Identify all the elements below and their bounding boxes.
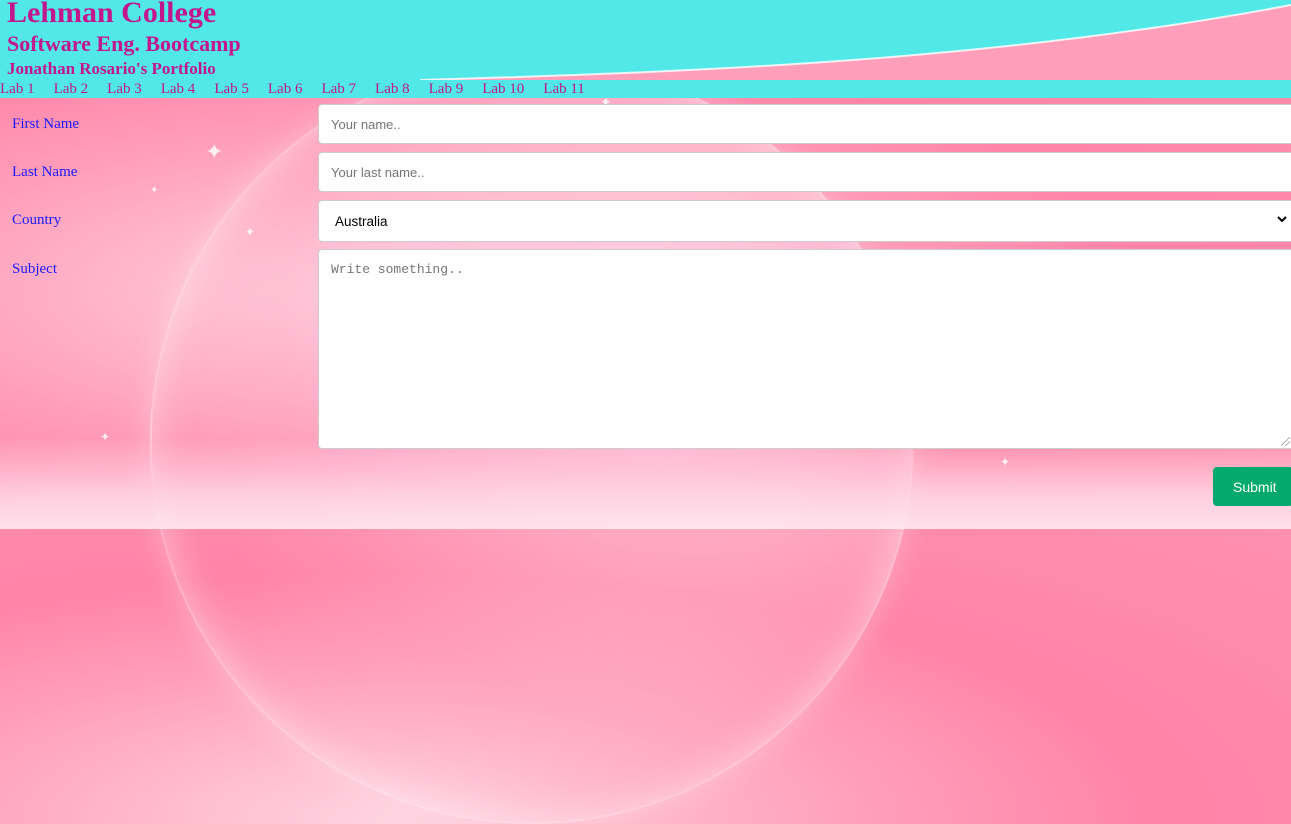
sparkle-icon: ✦ (100, 430, 111, 444)
sparkle-icon: ✦ (205, 140, 224, 165)
lab-nav: Lab 1 Lab 2 Lab 3 Lab 4 Lab 5 Lab 6 Lab … (0, 80, 1291, 98)
submit-button[interactable]: Submit (1213, 467, 1291, 506)
first-name-label: First Name (12, 116, 80, 132)
last-name-label: Last Name (12, 164, 78, 180)
nav-link-lab-2[interactable]: Lab 2 (54, 80, 89, 98)
nav-link-lab-10[interactable]: Lab 10 (482, 80, 524, 98)
nav-link-lab-5[interactable]: Lab 5 (214, 80, 249, 98)
country-selected-value: Australia (335, 213, 388, 229)
nav-link-lab-4[interactable]: Lab 4 (161, 80, 196, 98)
country-label: Country (12, 212, 62, 228)
country-select[interactable]: Australia (318, 200, 1291, 242)
subject-textarea[interactable] (318, 249, 1291, 449)
subject-label: Subject (12, 261, 57, 277)
site-header: Lehman College Software Eng. Bootcamp Jo… (0, 0, 1291, 80)
first-name-input[interactable] (318, 104, 1291, 144)
portfolio-heading: Jonathan Rosario's Portfolio (7, 59, 216, 78)
sparkle-icon: ✦ (245, 225, 256, 239)
nav-link-lab-11[interactable]: Lab 11 (543, 80, 585, 98)
site-subtitle: Software Eng. Bootcamp (7, 31, 241, 56)
nav-link-lab-7[interactable]: Lab 7 (321, 80, 356, 98)
nav-link-lab-6[interactable]: Lab 6 (268, 80, 303, 98)
nav-link-lab-8[interactable]: Lab 8 (375, 80, 410, 98)
last-name-input[interactable] (318, 152, 1291, 192)
nav-link-lab-9[interactable]: Lab 9 (429, 80, 464, 98)
background-ground (0, 440, 1291, 529)
chevron-down-icon (1276, 213, 1287, 228)
nav-link-lab-3[interactable]: Lab 3 (107, 80, 142, 98)
sparkle-icon: ✦ (150, 185, 159, 196)
resize-handle-icon[interactable] (1281, 437, 1290, 446)
sparkle-icon: ✦ (1000, 455, 1011, 469)
site-title: Lehman College (7, 0, 217, 29)
nav-link-lab-1[interactable]: Lab 1 (0, 80, 35, 98)
